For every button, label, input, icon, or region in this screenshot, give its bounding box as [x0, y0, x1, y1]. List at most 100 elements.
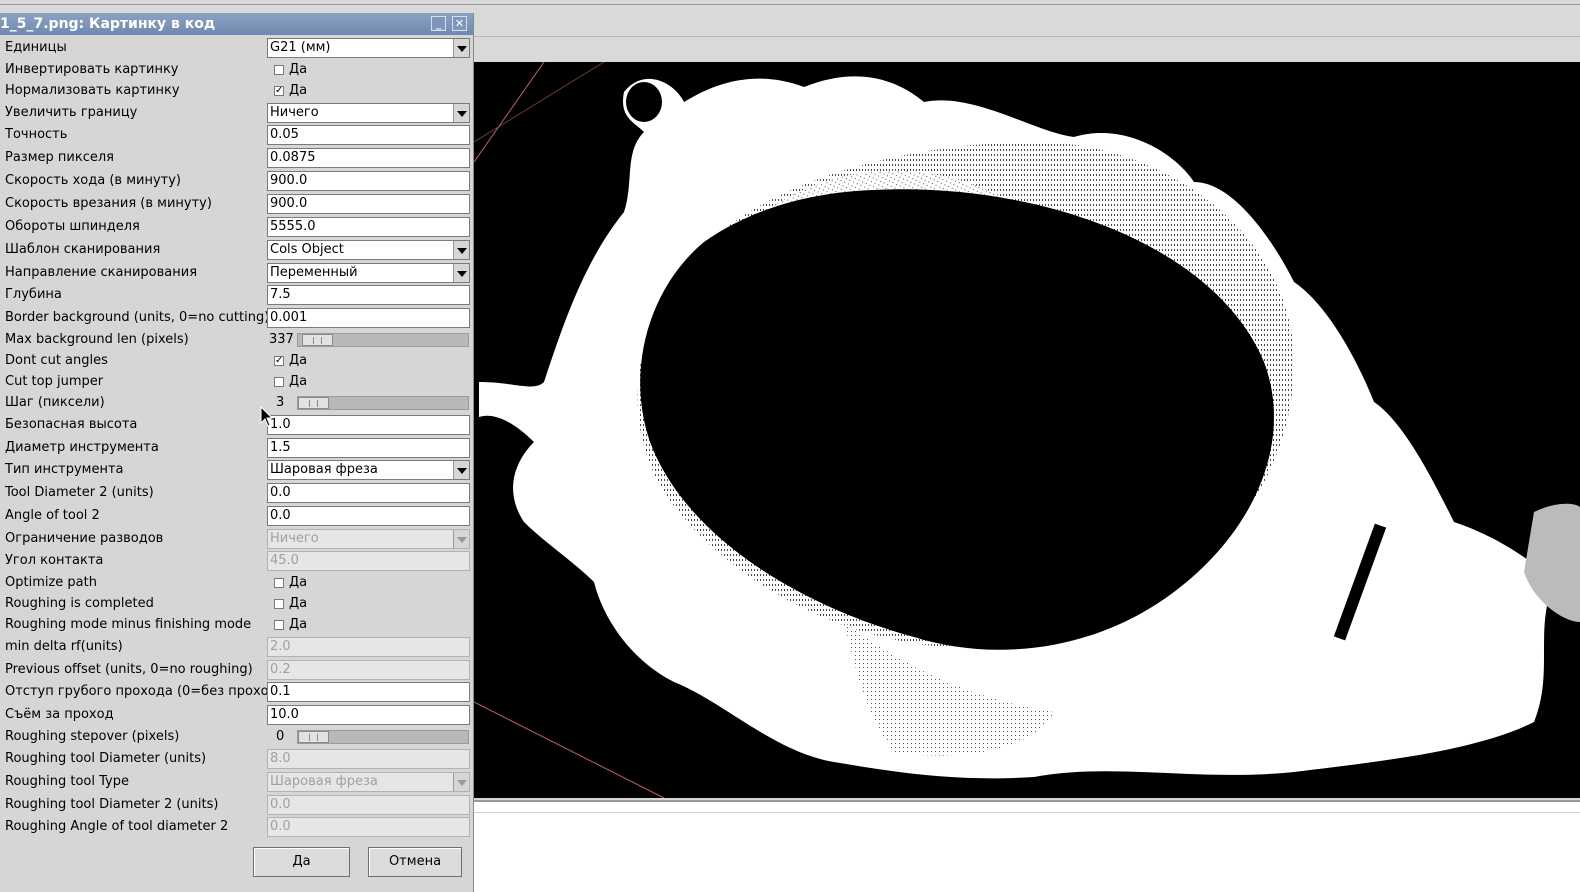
chevron-down-icon[interactable]: [453, 104, 469, 122]
form-row: Точность 0.05: [0, 124, 473, 146]
field-value: 8.0: [270, 751, 291, 766]
checkbox[interactable]: [274, 620, 284, 630]
field-value: Cols Object: [270, 242, 344, 257]
dropdown-select[interactable]: Cols Object: [267, 240, 470, 260]
text-entry[interactable]: 1.0: [267, 415, 470, 435]
text-entry[interactable]: 0.0875: [267, 148, 470, 168]
slider-track[interactable]: [297, 396, 469, 410]
cancel-button[interactable]: Отмена: [368, 847, 462, 877]
dropdown-select[interactable]: Шаровая фреза: [267, 460, 470, 480]
chevron-down-icon[interactable]: [453, 264, 469, 282]
dialog-titlebar[interactable]: 1_5_7.png: Картинку в код _ ✕: [0, 13, 473, 35]
form-row: Скорость врезания (в минуту) 900.0: [0, 193, 473, 215]
text-entry[interactable]: 0.0: [267, 506, 470, 526]
field-value: 0.1: [270, 684, 291, 699]
text-entry: 8.0: [267, 749, 470, 769]
field-label: Диаметр инструмента: [5, 440, 159, 455]
preview-image: [474, 62, 1580, 798]
form-row: Angle of tool 2 0.0: [0, 505, 473, 527]
slider-track[interactable]: [297, 333, 469, 347]
field-value: 2.0: [270, 639, 291, 654]
field-label: Roughing tool Type: [5, 774, 129, 789]
text-entry: 0.0: [267, 795, 470, 815]
text-entry[interactable]: 5555.0: [267, 217, 470, 237]
slider-handle[interactable]: [302, 334, 333, 346]
form-row: Dont cut angles ✓ Да: [0, 350, 473, 372]
form-row: Optimize path Да: [0, 572, 473, 594]
text-entry[interactable]: 900.0: [267, 194, 470, 214]
checkbox[interactable]: [274, 578, 284, 588]
field-label: min delta rf(units): [5, 639, 123, 654]
mouse-cursor-icon: [260, 406, 274, 427]
form-row: Направление сканирования Переменный: [0, 262, 473, 284]
form-row: Диаметр инструмента 1.5: [0, 437, 473, 459]
checkbox[interactable]: [274, 599, 284, 609]
form-row: Cut top jumper Да: [0, 371, 473, 393]
field-value: 0.0: [270, 508, 291, 523]
field-label: Angle of tool 2: [5, 508, 100, 523]
dropdown-select[interactable]: G21 (мм): [267, 38, 470, 58]
text-entry[interactable]: 900.0: [267, 171, 470, 191]
field-label: Инвертировать картинку: [5, 62, 179, 77]
slider-handle[interactable]: [298, 397, 329, 409]
checkbox[interactable]: [274, 65, 284, 75]
tab-strip-separator: [474, 36, 1580, 37]
dropdown-select: Ничего: [267, 529, 470, 549]
slider-track[interactable]: [297, 730, 469, 744]
form-row: Roughing mode minus finishing mode Да: [0, 614, 473, 636]
form-row: Съём за проход 10.0: [0, 704, 473, 726]
chevron-down-icon: [453, 773, 469, 791]
field-label: Max background len (pixels): [5, 332, 189, 347]
text-entry[interactable]: 10.0: [267, 705, 470, 725]
chevron-down-icon[interactable]: [453, 241, 469, 259]
field-label: Previous offset (units, 0=no roughing): [5, 662, 253, 677]
field-label: Roughing mode minus finishing mode: [5, 617, 252, 632]
minimize-button[interactable]: _: [431, 16, 446, 31]
checkbox-label[interactable]: Да: [289, 350, 307, 372]
text-entry[interactable]: 1.5: [267, 438, 470, 458]
field-value: 0.2: [270, 662, 291, 677]
checkbox-label[interactable]: Да: [289, 614, 307, 636]
preview-viewport[interactable]: [474, 62, 1580, 798]
chevron-down-icon[interactable]: [453, 39, 469, 57]
field-label: Roughing is completed: [5, 596, 154, 611]
form-row: Roughing tool Diameter 2 (units) 0.0: [0, 794, 473, 816]
dropdown-select[interactable]: Ничего: [267, 103, 470, 123]
text-entry[interactable]: 7.5: [267, 285, 470, 305]
checkbox-label[interactable]: Да: [289, 572, 307, 594]
field-label: Обороты шпинделя: [5, 219, 140, 234]
field-value: 0.0875: [270, 150, 316, 165]
form-row: Max background len (pixels) 337: [0, 329, 473, 351]
text-entry[interactable]: 0.05: [267, 125, 470, 145]
dropdown-select[interactable]: Переменный: [267, 263, 470, 283]
form-row: Border background (units, 0=no cutting) 0…: [0, 307, 473, 329]
ok-button[interactable]: Да: [253, 847, 350, 877]
checkbox[interactable]: [274, 377, 284, 387]
field-label: Roughing Angle of tool diameter 2: [5, 819, 229, 834]
form-row: Отступ грубого прохода (0=без прохода) 0.…: [0, 681, 473, 703]
checkbox-label[interactable]: Да: [289, 371, 307, 393]
text-entry[interactable]: 0.0: [267, 483, 470, 503]
chevron-down-icon[interactable]: [453, 461, 469, 479]
checkbox-label[interactable]: Да: [289, 80, 307, 102]
form-row: Tool Diameter 2 (units) 0.0: [0, 482, 473, 504]
checkbox[interactable]: ✓: [274, 86, 284, 96]
field-value: 10.0: [270, 707, 299, 722]
text-entry[interactable]: 0.001: [267, 308, 470, 328]
checkbox[interactable]: ✓: [274, 356, 284, 366]
slider-handle[interactable]: [298, 731, 329, 743]
form-row: Обороты шпинделя 5555.0: [0, 216, 473, 238]
field-value: G21 (мм): [270, 40, 331, 55]
form-row: Глубина 7.5: [0, 284, 473, 306]
checkbox-label[interactable]: Да: [289, 593, 307, 615]
field-label: Border background (units, 0=no cutting): [5, 310, 270, 325]
slider-value: 337: [269, 332, 294, 347]
form-row: Единицы G21 (мм): [0, 37, 473, 59]
field-label: Угол контакта: [5, 553, 104, 568]
field-value: 0.05: [270, 127, 299, 142]
field-label: Roughing tool Diameter 2 (units): [5, 797, 219, 812]
form-row: Увеличить границу Ничего: [0, 102, 473, 124]
checkbox-label[interactable]: Да: [289, 59, 307, 81]
close-button[interactable]: ✕: [452, 16, 467, 31]
text-entry[interactable]: 0.1: [267, 682, 470, 702]
